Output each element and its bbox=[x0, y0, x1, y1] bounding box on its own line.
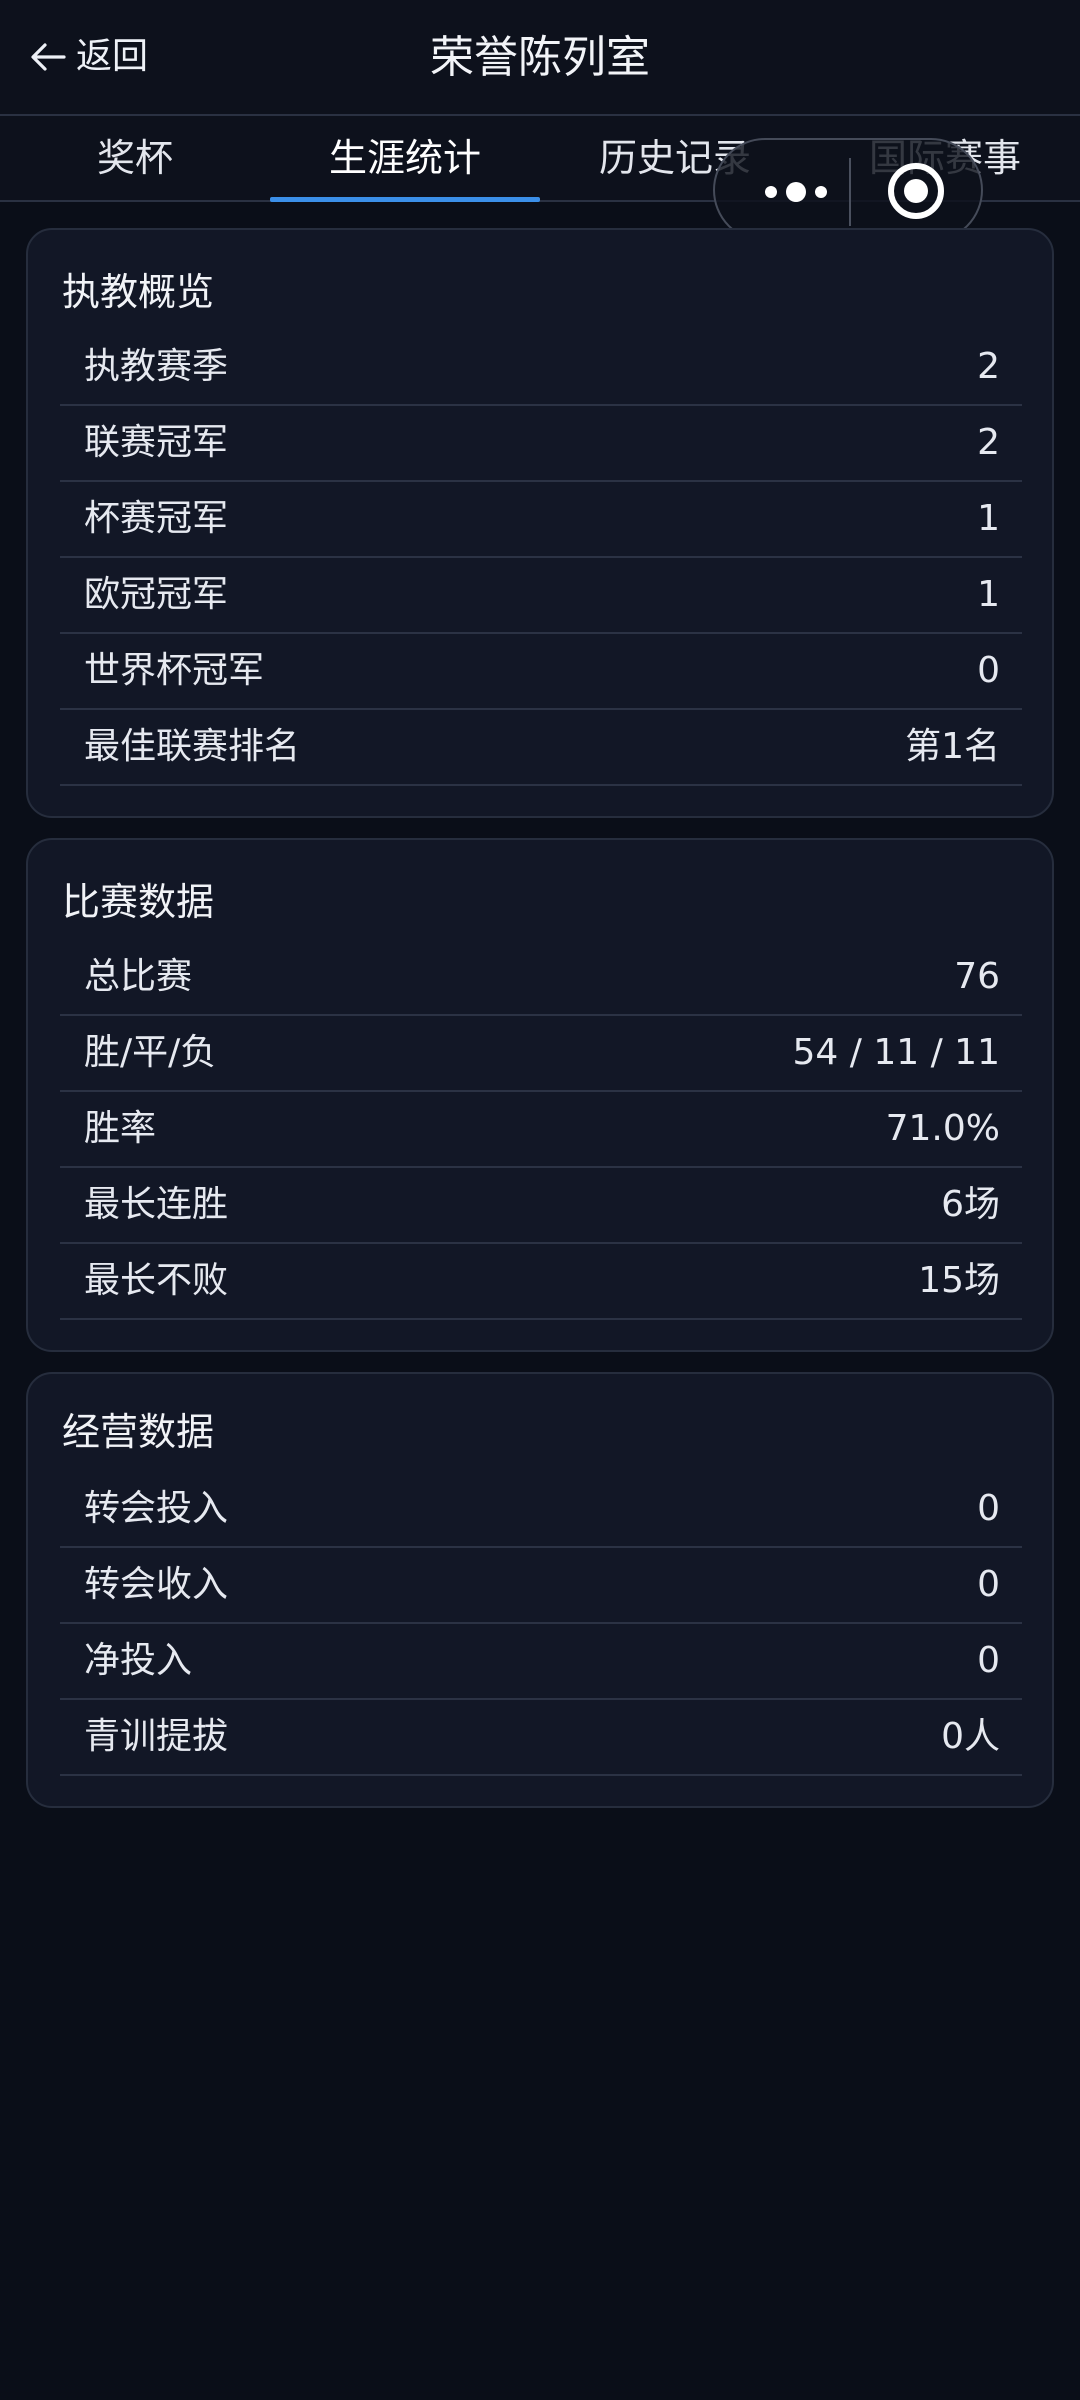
stat-label: 最长不败 bbox=[84, 1260, 229, 1301]
stat-row-world-cup-titles: 世界杯冠军 0 bbox=[60, 634, 1022, 710]
stat-row-transfer-spend: 转会投入 0 bbox=[60, 1472, 1022, 1548]
section-title-matches: 比赛数据 bbox=[62, 880, 215, 924]
miniprogram-capsule bbox=[713, 138, 983, 242]
stat-value: 0 bbox=[977, 1488, 1000, 1529]
management-data-card: 经营数据 转会投入 0 转会收入 0 净投入 0 青训提拔 0人 bbox=[26, 1372, 1054, 1808]
stat-row-seasons: 执教赛季 2 bbox=[60, 330, 1022, 406]
stat-label: 转会投入 bbox=[84, 1488, 229, 1529]
stat-label: 联赛冠军 bbox=[84, 422, 229, 463]
stat-row-win-rate: 胜率 71.0% bbox=[60, 1092, 1022, 1168]
stat-label: 转会收入 bbox=[84, 1564, 229, 1605]
stat-value: 15场 bbox=[918, 1260, 1000, 1301]
section-title-coaching: 执教概览 bbox=[62, 270, 215, 314]
stat-label: 净投入 bbox=[84, 1640, 193, 1681]
stat-label: 最长连胜 bbox=[84, 1184, 229, 1225]
stat-value: 2 bbox=[977, 346, 1000, 387]
page-title: 荣誉陈列室 bbox=[430, 32, 650, 83]
tab-career-stats[interactable]: 生涯统计 bbox=[270, 116, 540, 202]
target-close-icon[interactable] bbox=[885, 160, 947, 222]
stat-value: 76 bbox=[954, 956, 1000, 997]
stat-row-youth-promotions: 青训提拔 0人 bbox=[60, 1700, 1022, 1776]
stat-row-best-league-rank: 最佳联赛排名 第1名 bbox=[60, 710, 1022, 786]
stat-row-transfer-income: 转会收入 0 bbox=[60, 1548, 1022, 1624]
coaching-overview-card-body: 执教概览 执教赛季 2 联赛冠军 2 杯赛冠军 1 欧冠冠军 1 世界杯冠军 0… bbox=[26, 228, 1054, 818]
stat-label: 世界杯冠军 bbox=[84, 650, 265, 691]
stat-row-net-spend: 净投入 0 bbox=[60, 1624, 1022, 1700]
section-title-management: 经营数据 bbox=[62, 1410, 215, 1454]
more-dots-icon[interactable] bbox=[751, 170, 841, 214]
stat-row-wdl: 胜/平/负 54 / 11 / 11 bbox=[60, 1016, 1022, 1092]
stat-row-longest-unbeaten: 最长不败 15场 bbox=[60, 1244, 1022, 1320]
stat-row-cup-titles: 杯赛冠军 1 bbox=[60, 482, 1022, 558]
stat-label: 胜率 bbox=[84, 1108, 157, 1149]
stat-label: 执教赛季 bbox=[84, 346, 229, 387]
stat-label: 胜/平/负 bbox=[84, 1032, 217, 1073]
stat-row-longest-win-streak: 最长连胜 6场 bbox=[60, 1168, 1022, 1244]
match-data-card: 比赛数据 总比赛 76 胜/平/负 54 / 11 / 11 胜率 71.0% … bbox=[26, 838, 1054, 1352]
stat-value: 1 bbox=[977, 574, 1000, 615]
stat-label: 总比赛 bbox=[84, 956, 193, 997]
stat-value: 0 bbox=[977, 650, 1000, 691]
stat-value: 1 bbox=[977, 498, 1000, 539]
stat-row-league-titles: 联赛冠军 2 bbox=[60, 406, 1022, 482]
top-bar: 返回 荣誉陈列室 bbox=[0, 0, 1080, 116]
stat-row-ucl-titles: 欧冠冠军 1 bbox=[60, 558, 1022, 634]
stat-label: 最佳联赛排名 bbox=[84, 726, 301, 767]
stat-label: 青训提拔 bbox=[84, 1716, 229, 1757]
stat-label: 杯赛冠军 bbox=[84, 498, 229, 539]
stat-value: 6场 bbox=[941, 1184, 1000, 1225]
stat-value: 0 bbox=[977, 1564, 1000, 1605]
stat-value: 0 bbox=[977, 1640, 1000, 1681]
stat-value: 54 / 11 / 11 bbox=[792, 1032, 1000, 1073]
stat-value: 71.0% bbox=[885, 1108, 1000, 1149]
stat-value: 0人 bbox=[941, 1716, 1000, 1757]
stat-value: 2 bbox=[977, 422, 1000, 463]
stat-row-total-matches: 总比赛 76 bbox=[60, 940, 1022, 1016]
stat-value: 第1名 bbox=[905, 726, 1000, 767]
stat-label: 欧冠冠军 bbox=[84, 574, 229, 615]
capsule-divider bbox=[849, 158, 851, 226]
tab-trophies[interactable]: 奖杯 bbox=[0, 116, 270, 200]
